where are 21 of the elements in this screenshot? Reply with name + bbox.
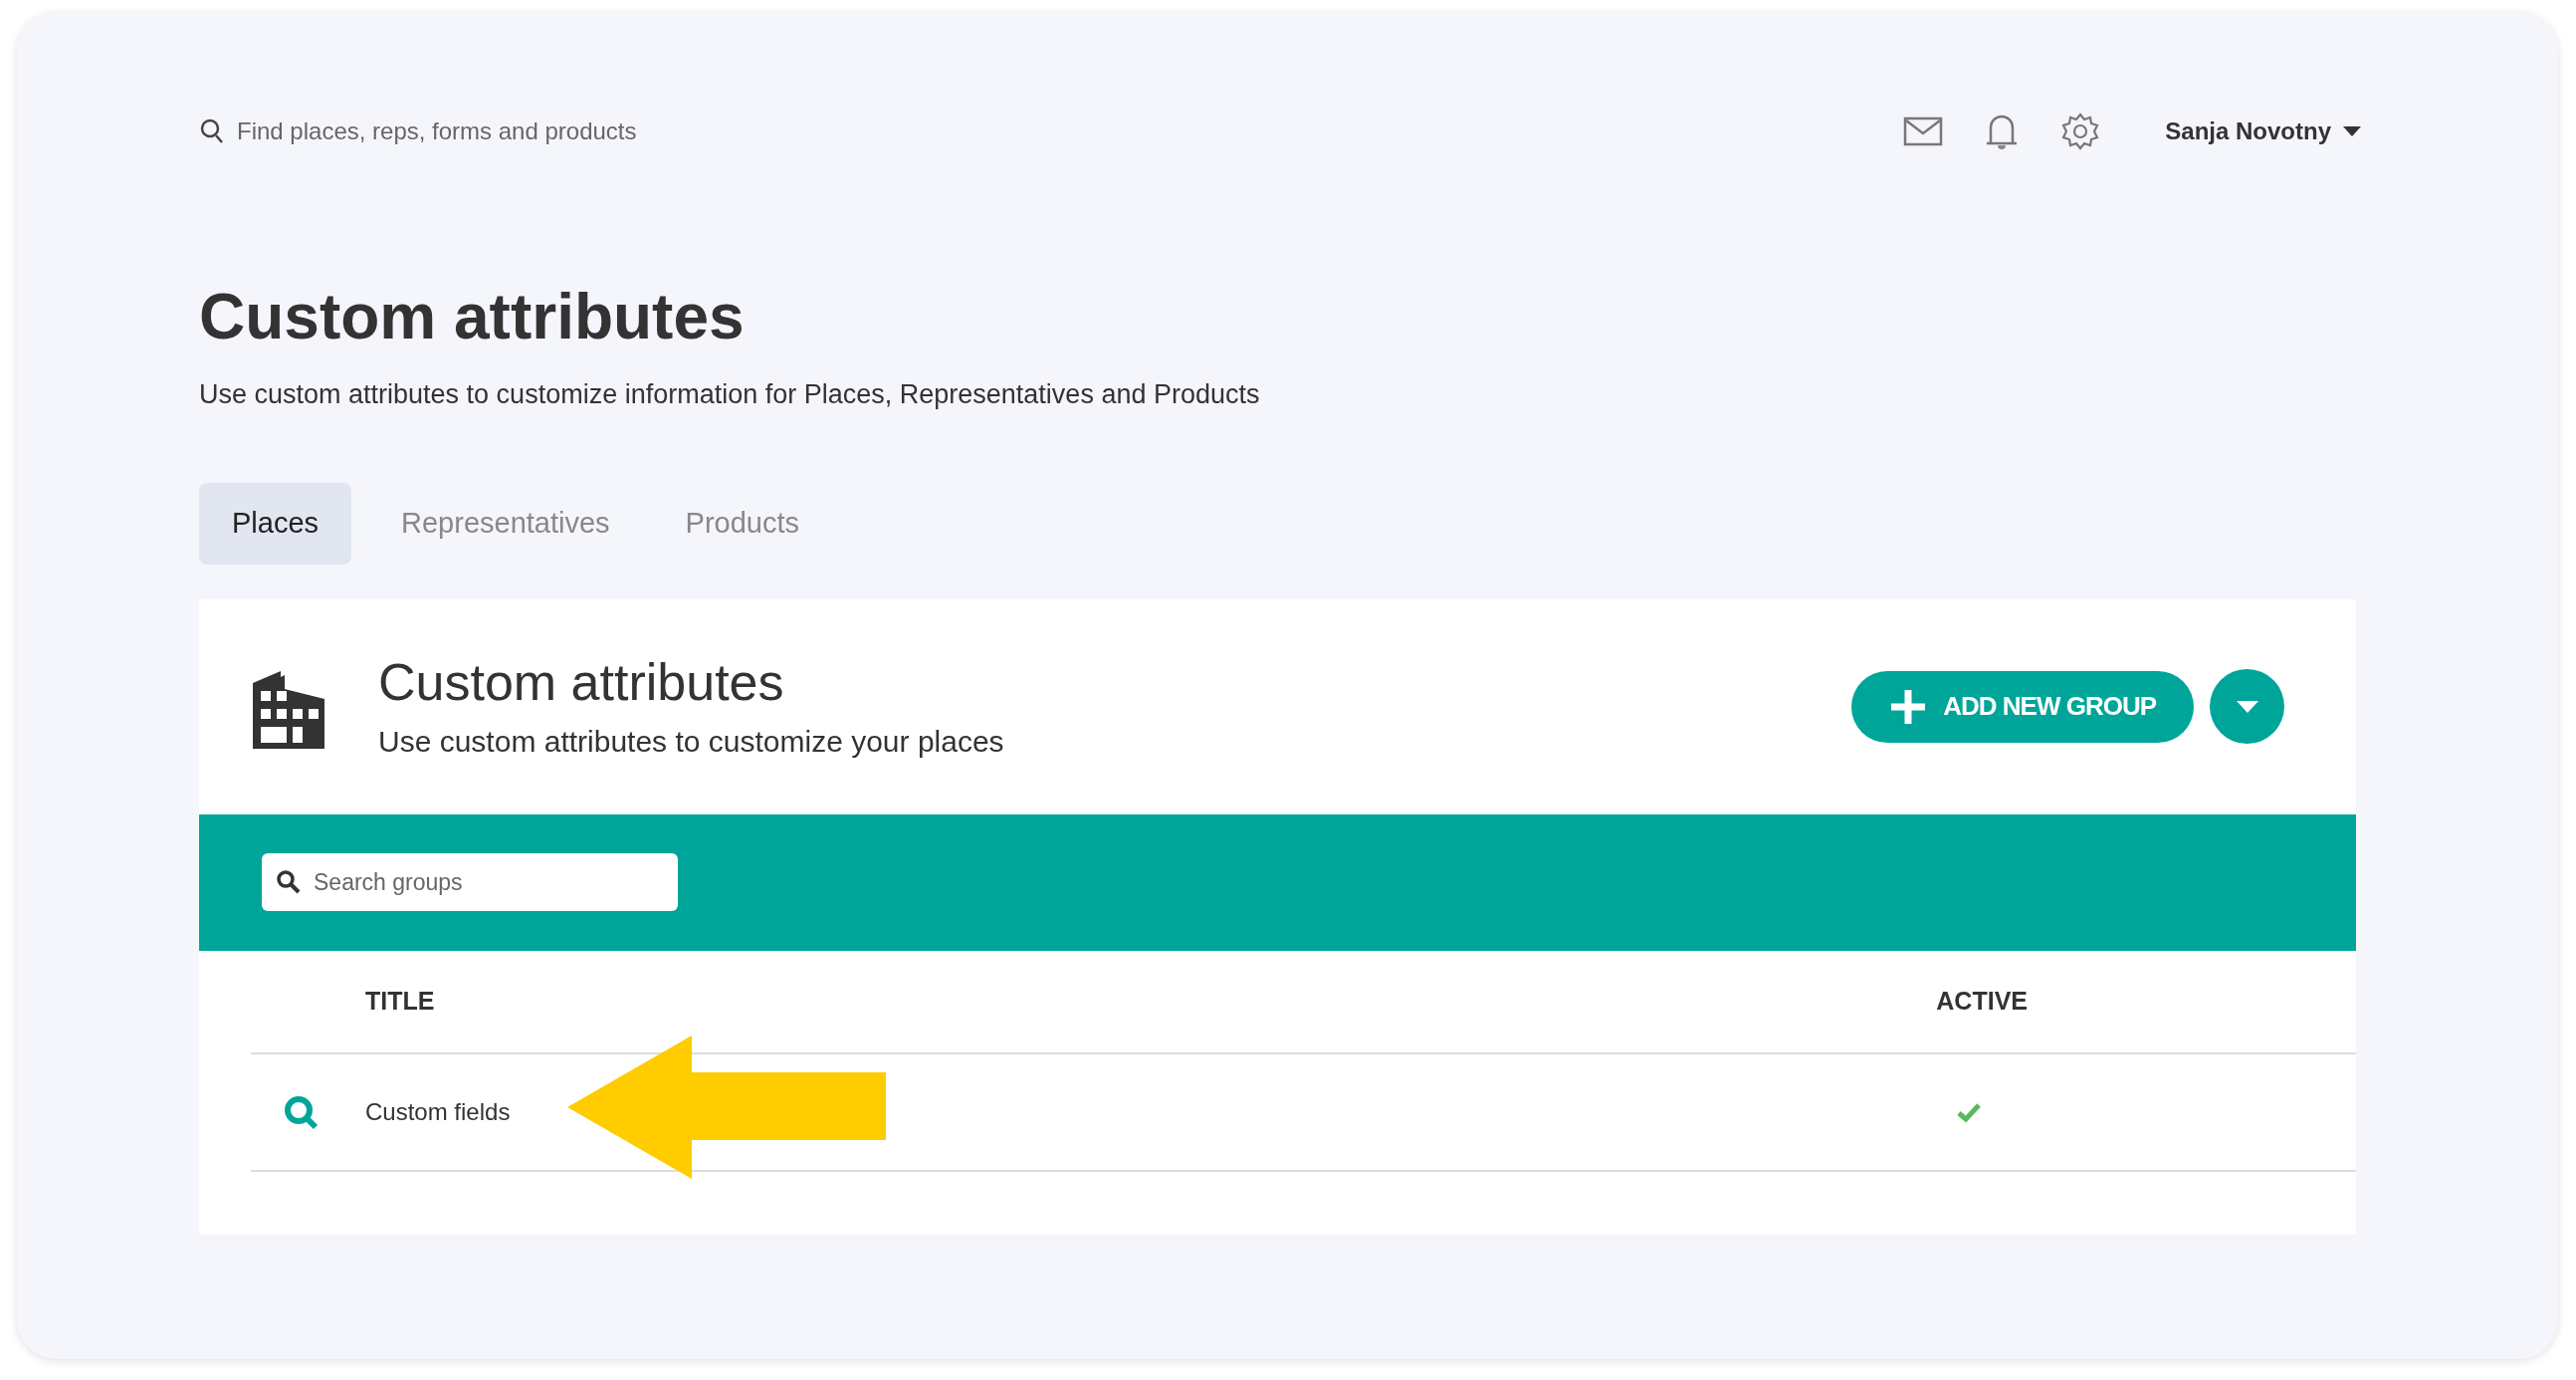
add-new-group-button[interactable]: ADD NEW GROUP xyxy=(1851,670,2194,743)
card-subtitle: Use custom attributes to customize your places xyxy=(378,723,1004,760)
caret-icon xyxy=(2343,126,2361,136)
tab[interactable]: Places xyxy=(199,482,352,565)
plus-icon xyxy=(1889,687,1928,726)
caret-icon xyxy=(2236,700,2258,713)
settings-icon[interactable] xyxy=(2060,112,2101,151)
search-icon xyxy=(276,869,302,895)
column-header: TITLE xyxy=(365,985,435,1017)
column-header: ACTIVE xyxy=(1936,985,2028,1017)
search-icon xyxy=(199,117,225,145)
search-groups-field[interactable]: Search groups xyxy=(262,853,678,911)
tab[interactable]: Products xyxy=(659,482,826,565)
user-menu[interactable]: Sanja Novotny xyxy=(2165,114,2361,149)
page-title: Custom attributes xyxy=(199,285,746,348)
page-subtitle: Use custom attributes to customize information for Places, Representatives and Products xyxy=(199,378,1261,411)
table-cell-text: Custom fields xyxy=(365,1096,511,1127)
search-field[interactable]: Find places, reps, forms and products xyxy=(237,114,735,149)
tab[interactable]: Representatives xyxy=(375,482,636,565)
mail-icon[interactable] xyxy=(1903,115,1944,147)
card-title: Custom attributes xyxy=(378,651,785,713)
